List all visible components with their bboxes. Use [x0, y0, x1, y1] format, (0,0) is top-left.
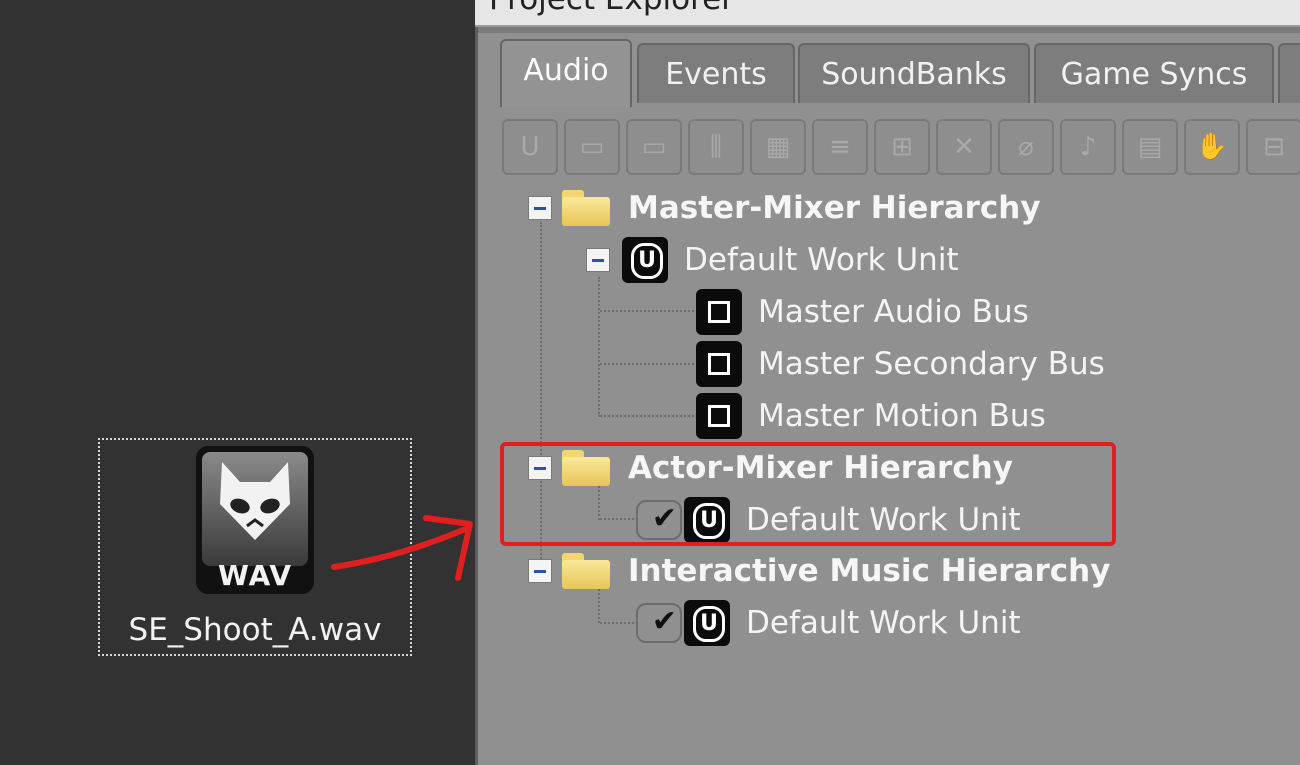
highlight-box-annotation — [500, 442, 1116, 546]
wav-file-item[interactable]: WAV SE_Shoot_A.wav — [98, 438, 412, 656]
tree-item-label: Master-Mixer Hierarchy — [628, 190, 1041, 226]
collapse-icon[interactable] — [528, 559, 552, 583]
wav-mascot-icon — [202, 452, 308, 566]
tree-item-label: Master Audio Bus — [758, 294, 1029, 330]
tree-item-master-mixer-hierarchy[interactable]: Master-Mixer Hierarchy — [528, 186, 1041, 230]
motion-bus-icon — [696, 393, 742, 439]
folder-icon — [562, 553, 610, 589]
wav-file-icon: WAV — [196, 446, 314, 594]
panel-title: Project Explorer — [489, 0, 734, 17]
collapse-icon[interactable] — [528, 196, 552, 220]
tree-item-label: Default Work Unit — [684, 242, 959, 278]
project-explorer-panel: Audio Events SoundBanks Game Syncs U ▭ ▭… — [475, 27, 1300, 765]
tree-item-label: Master Motion Bus — [758, 398, 1046, 434]
tree-item-label: Master Secondary Bus — [758, 346, 1105, 382]
project-explorer-titlebar: Project Explorer — [475, 0, 1300, 27]
tree-item-master-default-work-unit[interactable]: Default Work Unit — [586, 237, 959, 283]
folder-icon — [562, 190, 610, 226]
audio-bus-icon — [696, 341, 742, 387]
work-unit-icon — [622, 237, 668, 283]
wav-badge-text: WAV — [217, 559, 293, 592]
tree-item-interactive-music-hierarchy[interactable]: Interactive Music Hierarchy — [528, 549, 1110, 593]
tree-item-label: Interactive Music Hierarchy — [628, 553, 1111, 589]
checkout-checkbox[interactable]: ✔ — [636, 603, 682, 643]
tree-item-master-motion-bus[interactable]: Master Motion Bus — [696, 393, 1046, 439]
work-unit-icon — [684, 600, 730, 646]
tree-item-interactive-default-work-unit[interactable]: ✔ Default Work Unit — [636, 600, 1021, 646]
hierarchy-tree: Master-Mixer Hierarchy Default Work Unit… — [478, 27, 1300, 765]
audio-bus-icon — [696, 289, 742, 335]
wav-file-name: SE_Shoot_A.wav — [128, 612, 382, 648]
tree-item-master-secondary-bus[interactable]: Master Secondary Bus — [696, 341, 1105, 387]
tree-item-label: Default Work Unit — [746, 605, 1021, 641]
tree-item-master-audio-bus[interactable]: Master Audio Bus — [696, 289, 1029, 335]
collapse-icon[interactable] — [586, 248, 610, 272]
